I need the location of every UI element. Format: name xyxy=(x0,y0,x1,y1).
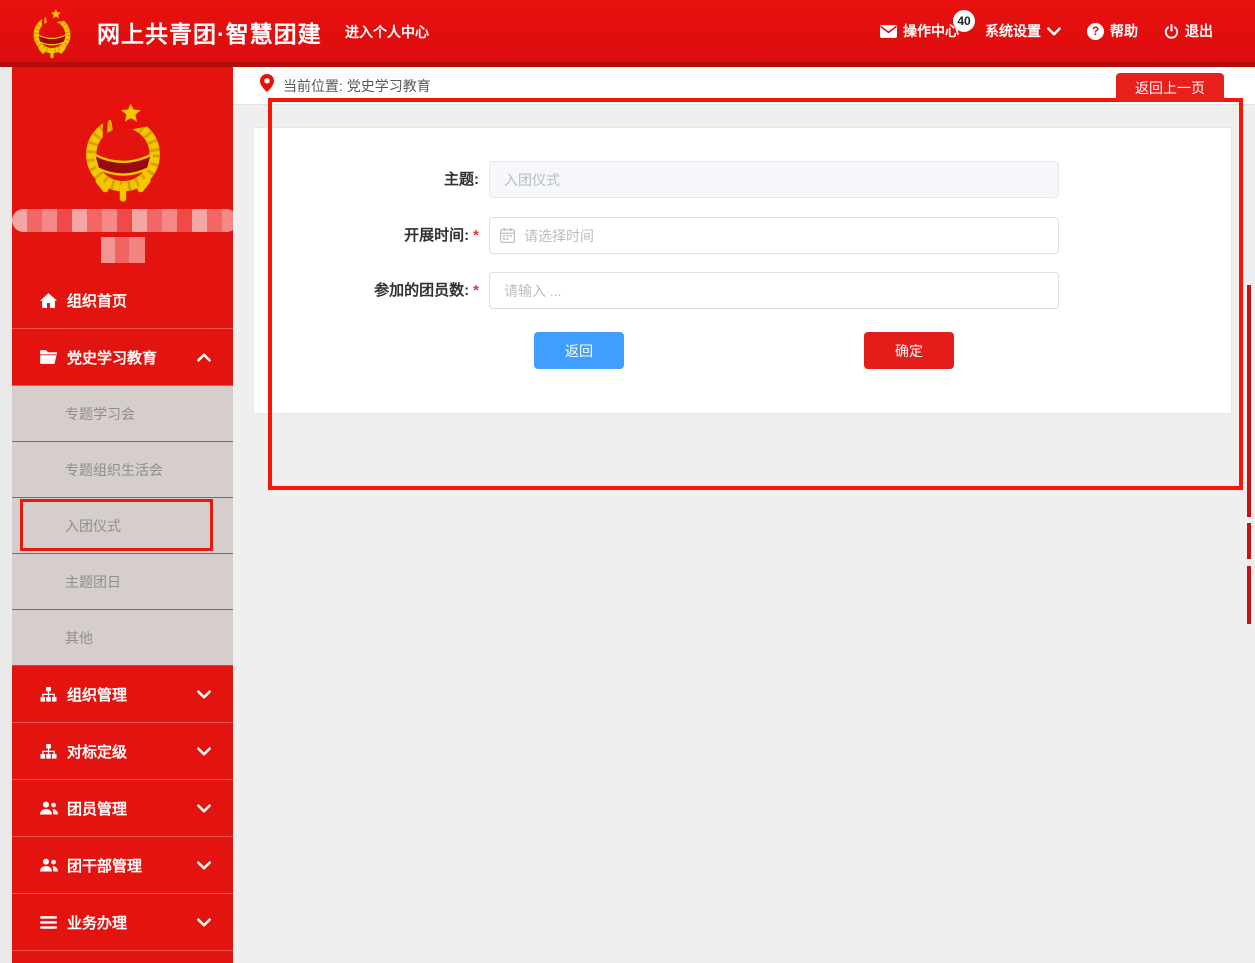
chevron-down-icon xyxy=(197,804,211,813)
logout-button[interactable]: 退出 xyxy=(1164,21,1213,41)
folder-icon xyxy=(40,350,58,364)
app-title: 网上共青团·智慧团建 xyxy=(97,15,322,49)
personal-center-link[interactable]: 进入个人中心 xyxy=(345,22,429,42)
sidebar-item-special-org-life-meeting[interactable]: 专题组织生活会 xyxy=(12,442,233,498)
annotation-edge-segment xyxy=(1247,523,1251,559)
form-back-button[interactable]: 返回 xyxy=(534,332,624,369)
chevron-down-icon xyxy=(197,861,211,870)
chevron-up-icon xyxy=(197,353,211,362)
sidebar-item-benchmark-grading[interactable]: 对标定级 xyxy=(12,723,233,780)
form-row-topic: 主题: xyxy=(254,161,1231,198)
sidebar-item-org-home[interactable]: 组织首页 xyxy=(12,272,233,329)
sidebar-item-label: 专题学习会 xyxy=(65,404,135,424)
help-button[interactable]: ? 帮助 xyxy=(1087,21,1138,41)
league-emblem-large-icon xyxy=(60,91,186,203)
sidebar-item-label: 党史学习教育 xyxy=(67,347,157,368)
sidebar-item-business-handling[interactable]: 业务办理 xyxy=(12,894,233,951)
notification-badge: 40 xyxy=(953,10,975,32)
sidebar-item-label: 对标定级 xyxy=(67,741,127,762)
question-icon: ? xyxy=(1087,23,1104,40)
main-content: 当前位置: 党史学习教育 返回上一页 主题: 开展时间:* xyxy=(233,67,1255,963)
annotation-edge-segment xyxy=(1247,285,1251,517)
mail-icon xyxy=(880,25,897,38)
censored-org-name xyxy=(12,209,233,232)
system-settings-button[interactable]: 系统设置 xyxy=(985,21,1061,41)
header-actions: 操作中心 40 系统设置 ? 帮助 退出 xyxy=(880,0,1213,62)
sidebar-item-label: 组织首页 xyxy=(67,290,127,311)
sidebar-item-member-management[interactable]: 团员管理 xyxy=(12,780,233,837)
header-divider xyxy=(0,62,1255,67)
time-picker-input[interactable] xyxy=(489,217,1059,254)
sidebar-item-party-history-edu[interactable]: 党史学习教育 xyxy=(12,329,233,386)
breadcrumb-label: 当前位置: 党史学习教育 xyxy=(283,76,431,96)
sidebar-item-label: 其他 xyxy=(65,628,93,648)
sidebar-item-league-admission-ceremony[interactable]: 入团仪式 xyxy=(12,498,233,554)
annotation-edge-segment xyxy=(1247,566,1251,624)
operations-center-label: 操作中心 xyxy=(903,21,959,41)
sidebar-item-label: 业务办理 xyxy=(67,912,127,933)
sidebar-item-cadre-management[interactable]: 团干部管理 xyxy=(12,837,233,894)
left-gutter xyxy=(0,67,12,963)
sidebar-menu: 组织首页党史学习教育专题学习会专题组织生活会入团仪式主题团日其他组织管理对标定级… xyxy=(12,272,233,951)
topic-label: 主题: xyxy=(254,161,479,198)
sidebar: 组织首页党史学习教育专题学习会专题组织生活会入团仪式主题团日其他组织管理对标定级… xyxy=(12,67,233,963)
list-icon xyxy=(40,916,58,929)
chevron-down-icon xyxy=(1047,27,1061,36)
location-pin-icon xyxy=(260,74,274,97)
system-settings-label: 系统设置 xyxy=(985,21,1041,41)
breadcrumb: 当前位置: 党史学习教育 xyxy=(233,67,1255,105)
required-mark: * xyxy=(473,282,479,299)
member-count-label: 参加的团员数:* xyxy=(254,272,479,309)
sidebar-item-label: 专题组织生活会 xyxy=(65,460,163,480)
chevron-down-icon xyxy=(197,747,211,756)
page-root: 网上共青团·智慧团建 进入个人中心 操作中心 40 系统设置 ? 帮助 退出 xyxy=(0,0,1255,963)
sidebar-item-label: 团员管理 xyxy=(67,798,127,819)
sidebar-item-label: 团干部管理 xyxy=(67,855,142,876)
chevron-down-icon xyxy=(197,918,211,927)
logout-label: 退出 xyxy=(1185,21,1213,41)
power-icon xyxy=(1164,24,1179,39)
sidebar-item-label: 主题团日 xyxy=(65,572,121,592)
sidebar-item-label: 入团仪式 xyxy=(65,516,121,536)
form-row-time: 开展时间:* xyxy=(254,217,1231,254)
sidebar-item-special-study-meeting[interactable]: 专题学习会 xyxy=(12,386,233,442)
form-confirm-button[interactable]: 确定 xyxy=(864,332,954,369)
form-row-member-count: 参加的团员数:* xyxy=(254,272,1231,309)
sitemap-icon xyxy=(40,744,58,759)
app-header: 网上共青团·智慧团建 进入个人中心 操作中心 40 系统设置 ? 帮助 退出 xyxy=(0,0,1255,62)
topic-input[interactable] xyxy=(489,161,1059,198)
sidebar-item-label: 组织管理 xyxy=(67,684,127,705)
operations-center-button[interactable]: 操作中心 40 xyxy=(880,21,959,41)
chevron-down-icon xyxy=(197,690,211,699)
sidebar-item-org-management[interactable]: 组织管理 xyxy=(12,666,233,723)
sidebar-item-other[interactable]: 其他 xyxy=(12,610,233,666)
time-label: 开展时间:* xyxy=(254,217,479,254)
back-to-previous-page-button[interactable]: 返回上一页 xyxy=(1116,73,1224,102)
required-mark: * xyxy=(473,227,479,244)
sitemap-icon xyxy=(40,687,58,702)
league-emblem-icon xyxy=(24,3,80,59)
member-count-input[interactable] xyxy=(489,272,1059,309)
home-icon xyxy=(40,293,58,308)
help-label: 帮助 xyxy=(1110,21,1138,41)
sidebar-item-theme-league-day[interactable]: 主题团日 xyxy=(12,554,233,610)
censored-org-name-line2 xyxy=(101,237,145,263)
users-icon xyxy=(40,801,58,815)
form-card: 主题: 开展时间:* 参加的团员数:* xyxy=(253,127,1232,414)
users-icon xyxy=(40,858,58,872)
